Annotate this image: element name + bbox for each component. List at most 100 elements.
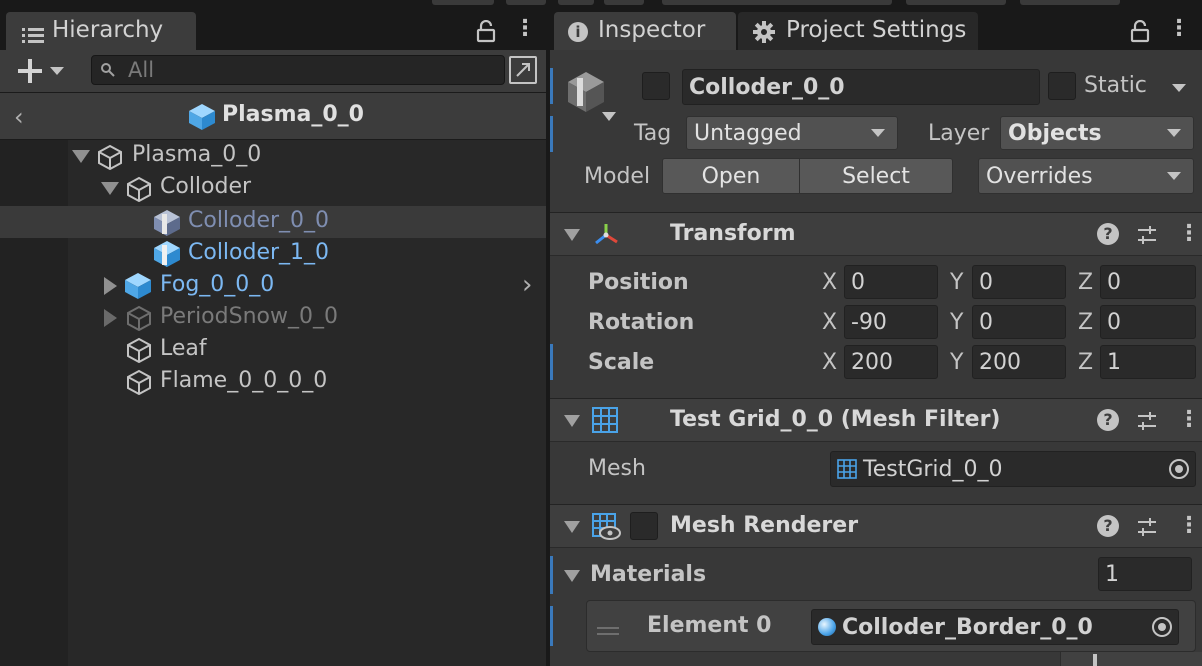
toolbar-button[interactable] bbox=[558, 0, 594, 5]
toolbar-button[interactable] bbox=[604, 0, 644, 5]
open-prefab-chevron-icon[interactable]: › bbox=[522, 270, 532, 300]
fold-arrow-icon[interactable] bbox=[564, 415, 580, 427]
tree-row[interactable]: Plasma_0_0 bbox=[0, 140, 546, 172]
select-button[interactable]: Select bbox=[799, 158, 953, 194]
lock-icon[interactable] bbox=[1130, 19, 1150, 44]
mesh-object-field[interactable]: TestGrid_0_0 bbox=[830, 451, 1196, 487]
tree-row[interactable]: Fog_0_0_0 › bbox=[0, 270, 546, 302]
materials-count-field[interactable]: 1 bbox=[1098, 557, 1192, 591]
rotation-z-field[interactable]: 0 bbox=[1100, 305, 1196, 339]
tree-row[interactable]: Leaf bbox=[0, 334, 546, 366]
mesh-label: Mesh bbox=[588, 456, 646, 481]
tree-row[interactable]: Colloder bbox=[0, 172, 546, 204]
position-x-field[interactable]: 0 bbox=[844, 265, 938, 299]
mesh-filter-header[interactable]: Test Grid_0_0 (Mesh Filter) ? ⋮ bbox=[550, 398, 1202, 442]
prefab-asset-icon bbox=[564, 70, 608, 114]
back-chevron-icon[interactable]: ‹ bbox=[14, 103, 24, 131]
lock-icon[interactable] bbox=[476, 19, 496, 44]
toolbar-button[interactable] bbox=[1020, 0, 1120, 5]
icon-dropdown-arrow-icon[interactable] bbox=[602, 112, 616, 121]
help-icon[interactable]: ? bbox=[1097, 409, 1119, 431]
mesh-renderer-icon bbox=[592, 513, 622, 541]
enabled-checkbox[interactable] bbox=[630, 512, 658, 540]
tree-label: Flame_0_0_0_0 bbox=[160, 368, 328, 393]
material-object-field[interactable]: Colloder_Border_0_0 bbox=[811, 609, 1179, 645]
tree-label: Colloder_1_0 bbox=[188, 240, 330, 265]
inspector-tab-bar: i Inspector Project Settings ⋮ bbox=[550, 12, 1202, 50]
toolbar-button[interactable] bbox=[432, 0, 494, 5]
scale-y-field[interactable]: 200 bbox=[972, 345, 1066, 379]
drag-handle-icon[interactable] bbox=[597, 621, 619, 635]
top-strip bbox=[0, 0, 1202, 12]
override-marker bbox=[550, 606, 553, 646]
scale-z-field[interactable]: 1 bbox=[1100, 345, 1196, 379]
more-icon[interactable]: ⋮ bbox=[514, 18, 536, 40]
scale-x-field[interactable]: 200 bbox=[844, 345, 938, 379]
more-icon[interactable]: ⋮ bbox=[1178, 409, 1200, 431]
help-icon[interactable]: ? bbox=[1097, 515, 1119, 537]
scale-label: Scale bbox=[588, 350, 655, 375]
position-z-field[interactable]: 0 bbox=[1100, 265, 1196, 299]
more-icon[interactable]: ⋮ bbox=[1178, 515, 1200, 537]
expand-icon[interactable] bbox=[509, 56, 537, 84]
tree-row-selected[interactable]: Colloder_0_0 bbox=[0, 206, 546, 238]
materials-label: Materials bbox=[590, 562, 707, 587]
rotation-y-field[interactable]: 0 bbox=[972, 305, 1066, 339]
position-y-field[interactable]: 0 bbox=[972, 265, 1066, 299]
add-icon[interactable] bbox=[18, 59, 42, 83]
static-checkbox[interactable] bbox=[1048, 72, 1076, 100]
chevron-down-icon[interactable] bbox=[50, 67, 64, 75]
collapse-arrow-icon[interactable] bbox=[104, 309, 117, 327]
tree-row[interactable]: Colloder_1_0 bbox=[0, 238, 546, 270]
scene-title: Plasma_0_0 bbox=[222, 102, 364, 127]
component-header-icons: ? ⋮ bbox=[1082, 505, 1202, 549]
overrides-dropdown[interactable]: Overrides bbox=[978, 158, 1194, 194]
object-picker-icon[interactable] bbox=[1152, 617, 1172, 637]
rotation-x-field[interactable]: -90 bbox=[844, 305, 938, 339]
fold-arrow-icon[interactable] bbox=[564, 521, 580, 533]
static-dropdown-arrow-icon[interactable] bbox=[1172, 84, 1186, 92]
model-label: Model bbox=[584, 164, 651, 189]
object-name-field[interactable]: Colloder_0_0 bbox=[682, 69, 1040, 105]
materials-fold-arrow-icon[interactable] bbox=[564, 570, 580, 582]
component-title: Test Grid_0_0 (Mesh Filter) bbox=[670, 407, 1001, 432]
more-icon[interactable]: ⋮ bbox=[1168, 18, 1190, 40]
element-list-row: Element 0 Colloder_Border_0_0 bbox=[586, 600, 1196, 652]
search-input[interactable]: All bbox=[91, 55, 505, 85]
more-icon[interactable]: ⋮ bbox=[1178, 223, 1200, 245]
toolbar-button[interactable] bbox=[906, 0, 1006, 5]
add-element-icon[interactable] bbox=[1093, 654, 1097, 666]
preset-icon[interactable] bbox=[1136, 224, 1158, 246]
toolbar-button[interactable] bbox=[662, 0, 892, 5]
toolbar-button[interactable] bbox=[506, 0, 546, 5]
expand-arrow-icon[interactable] bbox=[72, 150, 90, 163]
tree-row[interactable]: PeriodSnow_0_0 bbox=[0, 302, 546, 334]
tab-project-settings[interactable]: Project Settings bbox=[738, 12, 978, 50]
tree-row[interactable]: Flame_0_0_0_0 bbox=[0, 366, 546, 398]
tag-value: Untagged bbox=[694, 120, 802, 146]
help-icon[interactable]: ? bbox=[1097, 223, 1119, 245]
axis-x-label: X bbox=[822, 270, 838, 295]
transform-header[interactable]: Transform ? ⋮ bbox=[550, 212, 1202, 256]
preset-icon[interactable] bbox=[1136, 516, 1158, 538]
fold-arrow-icon[interactable] bbox=[564, 229, 580, 241]
tab-inspector[interactable]: i Inspector bbox=[554, 12, 736, 50]
open-button[interactable]: Open bbox=[662, 158, 800, 194]
preset-icon[interactable] bbox=[1136, 410, 1158, 432]
active-checkbox[interactable] bbox=[642, 72, 670, 100]
expand-arrow-icon[interactable] bbox=[101, 182, 119, 195]
chevron-down-icon bbox=[1167, 172, 1181, 180]
info-icon: i bbox=[568, 22, 588, 42]
chevron-down-icon bbox=[1167, 129, 1181, 137]
component-title: Transform bbox=[670, 221, 796, 246]
layer-dropdown[interactable]: Objects bbox=[1000, 116, 1194, 150]
layer-value: Objects bbox=[1008, 120, 1102, 146]
tag-dropdown[interactable]: Untagged bbox=[686, 116, 898, 150]
object-picker-icon[interactable] bbox=[1169, 459, 1189, 479]
scene-header: ‹ Plasma_0_0 bbox=[0, 92, 546, 140]
mesh-renderer-header[interactable]: Mesh Renderer ? ⋮ bbox=[550, 504, 1202, 548]
axis-x-label: X bbox=[822, 310, 838, 335]
tab-hierarchy[interactable]: Hierarchy bbox=[6, 12, 196, 50]
collapse-arrow-icon[interactable] bbox=[104, 277, 117, 295]
element-label: Element 0 bbox=[647, 613, 772, 638]
